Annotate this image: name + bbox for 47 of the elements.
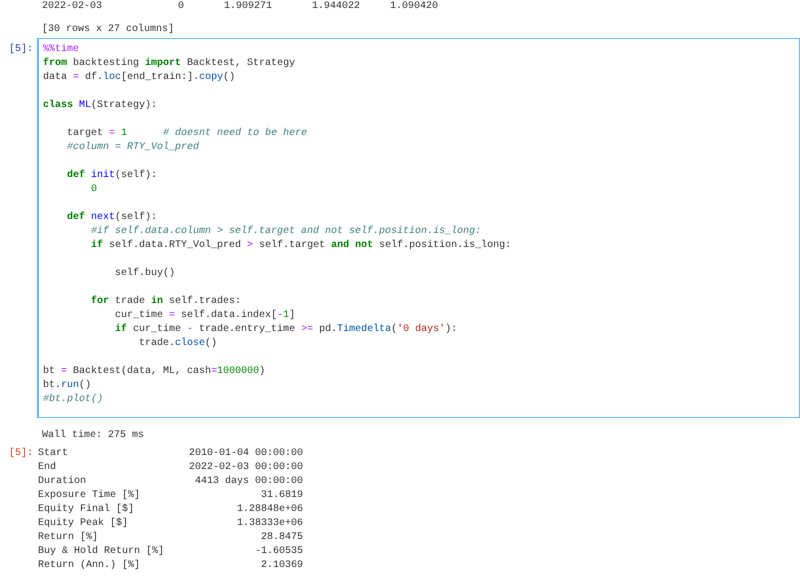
input-prompt: [5]:	[8, 44, 33, 55]
code-cell[interactable]	[37, 38, 800, 418]
code-line: target = 1 # doesnt need to be here	[66, 127, 308, 141]
stat-label: Equity Final [$]	[38, 503, 136, 517]
code-line: #if self.data.column > self.target and not self.position.is_long:	[90, 225, 482, 239]
code-line: from backtesting import Backtest, Strategy	[43, 57, 296, 71]
stat-label: Start	[38, 447, 70, 461]
code-line: def init(self):	[66, 169, 158, 183]
code-line: data = df.loc[end_train:].copy()	[43, 71, 236, 85]
code-line: cur_time = self.data.index[-1]	[114, 309, 296, 323]
table-cell-text: 1.090420	[388, 0, 438, 14]
code-line: self.buy()	[114, 267, 176, 281]
stat-label: End	[38, 461, 58, 475]
stat-value: 31.6819	[260, 489, 303, 503]
table-cell-text: 1.909271	[222, 0, 272, 14]
stat-value: 2022-02-03 00:00:00	[188, 461, 303, 475]
code-line: def next(self):	[66, 211, 158, 225]
output-prompt: [5]:	[8, 448, 33, 459]
stat-value: 4413 days 00:00:00	[194, 475, 303, 489]
code-line: 0	[90, 183, 98, 197]
stat-label: Duration	[38, 475, 88, 489]
stat-label: Equity Peak [$]	[38, 517, 130, 531]
stat-value: -1.60535	[254, 545, 303, 559]
output-text: [30 rows x 27 columns]	[42, 24, 174, 35]
code-line: for trade in self.trades:	[90, 295, 242, 309]
stat-value: 1.38333e+06	[236, 517, 303, 531]
stat-label: Return (Ann.) [%]	[38, 559, 142, 573]
stat-value: 2.10369	[260, 559, 303, 573]
code-line: bt = Backtest(data, ML, cash=1000000)	[43, 365, 266, 379]
code-line: if self.data.RTY_Vol_pred > self.target and not self.position.is_long:	[90, 239, 512, 253]
table-cell-text: 2022-02-03	[42, 0, 104, 14]
stat-label: Return [%]	[38, 531, 100, 545]
output-text: Wall time: 275 ms	[42, 430, 144, 441]
stat-value: 1.28848e+06	[236, 503, 303, 517]
code-line: #bt.plot()	[43, 393, 104, 407]
code-line: bt.run()	[43, 379, 92, 393]
table-cell-text: 0	[176, 0, 184, 14]
code-line: class ML(Strategy):	[43, 99, 158, 113]
table-cell-text: 1.944022	[310, 0, 360, 14]
code-line: %%time	[43, 43, 80, 57]
stat-value: 2010-01-04 00:00:00	[188, 447, 303, 461]
code-line: if cur_time - trade.entry_time >= pd.Timedelta('0 days'):	[114, 323, 458, 337]
stat-label: Exposure Time [%]	[38, 489, 142, 503]
stat-value: 28.8475	[260, 531, 303, 545]
stat-label: Buy & Hold Return [%]	[38, 545, 166, 559]
code-line: trade.close()	[138, 337, 218, 351]
code-line: #column = RTY_Vol_pred	[66, 141, 200, 155]
